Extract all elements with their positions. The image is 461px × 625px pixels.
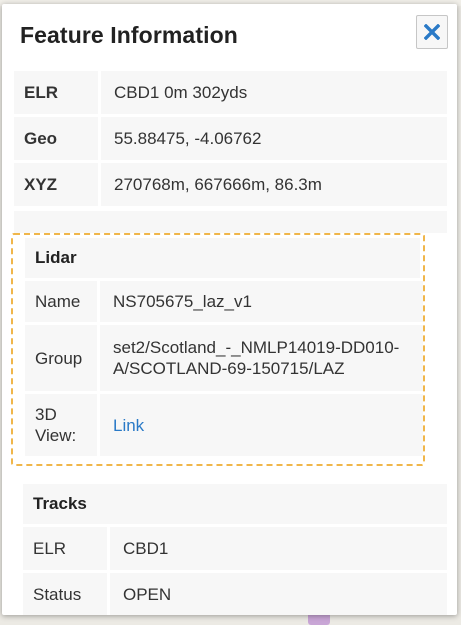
summary-value-xyz: 270768m, 667666m, 86.3m [98, 163, 447, 206]
panel-title: Feature Information [20, 22, 238, 48]
lidar-label-name: Name [25, 281, 97, 322]
tracks-heading: Tracks [23, 484, 447, 524]
table-row: Geo 55.88475, -4.06762 [14, 117, 447, 160]
summary-label-geo: Geo [14, 117, 98, 160]
lidar-highlight-box: Lidar Name NS705675_laz_v1 Group set2/Sc… [11, 233, 425, 466]
summary-value-geo: 55.88475, -4.06762 [98, 117, 447, 160]
lidar-value-name: NS705675_laz_v1 [97, 281, 423, 322]
feature-info-panel: Feature Information ELR CBD1 0m 302yds G… [2, 4, 457, 615]
table-row: XYZ 270768m, 667666m, 86.3m [14, 163, 447, 206]
table-row: ELR CBD1 0m 302yds [14, 71, 447, 114]
tracks-section: Tracks ELR CBD1 Status OPEN [14, 484, 447, 615]
lidar-value-group: set2/Scotland_-_NMLP14019-DD010-A/SCOTLA… [97, 325, 423, 391]
panel-content[interactable]: ELR CBD1 0m 302yds Geo 55.88475, -4.0676… [11, 68, 447, 615]
table-row: Group set2/Scotland_-_NMLP14019-DD010-A/… [25, 325, 423, 391]
close-button[interactable] [416, 15, 448, 49]
table-row: Name NS705675_laz_v1 [25, 281, 423, 322]
table-row: Status OPEN [23, 573, 447, 615]
table-row: ELR CBD1 [23, 527, 447, 570]
lidar-3d-view-cell: Link [97, 394, 423, 456]
tracks-label-elr: ELR [23, 527, 107, 570]
panel-header: Feature Information [2, 4, 457, 64]
table-row: 3D View: Link [25, 394, 423, 456]
lidar-section: Lidar Name NS705675_laz_v1 Group set2/Sc… [25, 238, 423, 459]
tracks-value-elr: CBD1 [107, 527, 447, 570]
close-x-icon [424, 24, 440, 40]
lidar-3d-view-link[interactable]: Link [113, 416, 144, 435]
summary-label-xyz: XYZ [14, 163, 98, 206]
lidar-heading: Lidar [25, 238, 420, 278]
lidar-label-3d-view: 3D View: [25, 394, 97, 456]
summary-value-elr: CBD1 0m 302yds [98, 71, 447, 114]
tracks-value-status: OPEN [107, 573, 447, 615]
section-divider [14, 211, 447, 233]
tracks-label-status: Status [23, 573, 107, 615]
summary-label-elr: ELR [14, 71, 98, 114]
lidar-label-group: Group [25, 325, 97, 391]
summary-table: ELR CBD1 0m 302yds Geo 55.88475, -4.0676… [14, 68, 447, 209]
